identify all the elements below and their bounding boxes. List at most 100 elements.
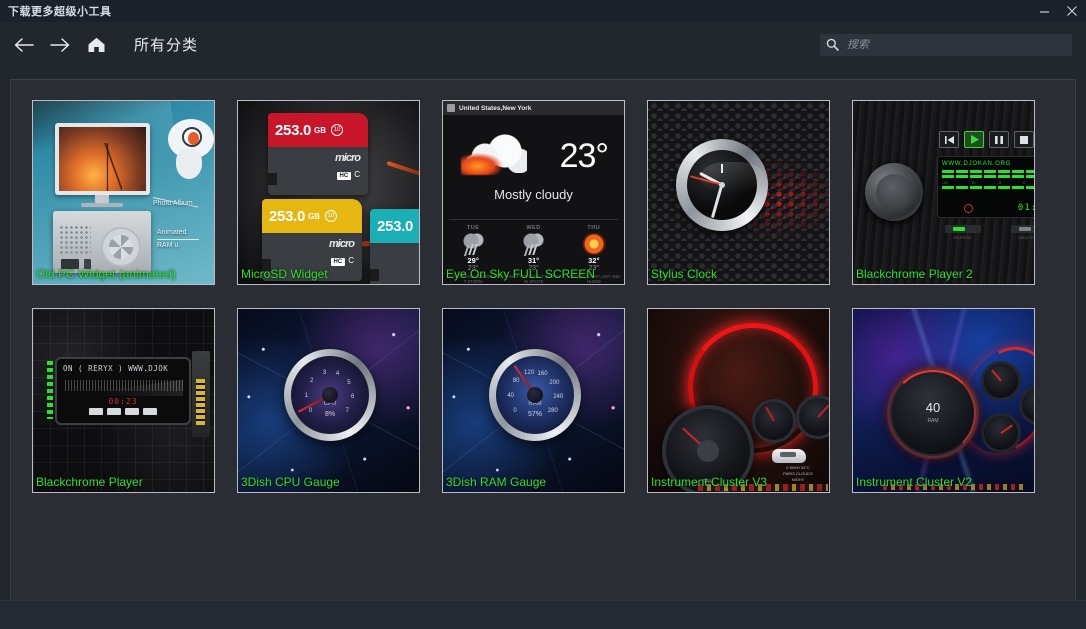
sd-unit-yellow: GB [308,212,320,221]
thumb-annotation-ram-2: RAM u [157,242,178,249]
sd-logo-micro-red: micro [335,153,360,164]
minimize-button[interactable] [1030,0,1058,22]
window-controls [1030,0,1086,22]
player-time: 00:23 [63,397,183,406]
sd-class-badge-red: 10 [331,124,343,136]
search-icon [826,38,839,51]
forward-icon[interactable] [42,27,78,63]
back-icon[interactable] [6,27,42,63]
storm-icon [521,233,545,255]
widget-card-3dish-cpu-gauge[interactable]: 0 1 2 3 4 5 6 7 CPU 8% [237,308,420,493]
close-button[interactable] [1058,0,1086,22]
widget-card-instrument-cluster-v3[interactable]: RAM 0 KM/H 34°C PARIS CLOUDS NIGHT Instr… [647,308,830,493]
sd-class-badge-yellow: 10 [325,210,337,222]
shuffle-label: SHUFFLE [1011,235,1034,240]
gauge-tick: 2 [310,378,313,384]
thumbnail-ram-gauge: 0 40 80 120 160 200 240 280 RAM 57% [443,309,624,492]
widget-card-label: Blackchrome Player 2 [853,265,1034,284]
gauge-percent: 57% [496,411,574,418]
widget-card-label: Instrument Cluster V3 [648,473,829,492]
stop-icon [1014,131,1034,148]
gauge-tick: 40 [507,393,514,399]
thumb-annotation-photo-album: Photo Album [153,200,193,207]
play-icon [964,131,984,148]
widget-card-instrument-cluster-v2[interactable]: 40 RAM Instrument Cluster V2 [852,308,1035,493]
repeat-label: REPEAT [945,235,981,240]
thumbnail-cluster-v2: 40 RAM [853,309,1034,492]
cpu-gauge-dial: 0 1 2 3 4 5 6 7 CPU 8% [284,349,376,441]
gauge-tick: 6 [351,394,354,400]
repeat-toggle: REPEAT [945,225,981,240]
widget-card-label: MicroSD Widget [238,265,419,284]
player-time: 01:22 [1018,203,1034,213]
ram-gauge-dial: 0 40 80 120 160 200 240 280 RAM 57% [489,349,581,441]
sun-icon [582,233,606,255]
cluster-dial-value: 40 [892,400,974,415]
gauge-tick: 240 [553,394,563,400]
widget-card-eye-on-sky[interactable]: United States,New York 23° Mostly cloudy… [442,100,625,285]
widget-card-label: Old PC Widget (animated) [33,265,214,284]
thumbnail-blackchrome-2: WWW.DJOKAN.ORG -20 -10 -5 0 +3 [853,101,1034,284]
gauge-tick: 200 [549,380,559,386]
thumbnail-blackchrome: ON ( RERYX ) WWW.DJOK 00:23 [33,309,214,492]
player-track-title: ON ( RERYX ) WWW.DJOK [63,364,183,373]
gauge-tick: 3 [323,370,326,376]
widget-card-label: 3Dish CPU Gauge [238,473,419,492]
widget-card-label: Stylus Clock [648,265,829,284]
widget-card-blackchrome-player[interactable]: ON ( RERYX ) WWW.DJOK 00:23 Blackchrome … [32,308,215,493]
thumb-annotation-ram-1: Animated [157,229,187,236]
gauge-tick: 1 [305,393,308,399]
widget-card-label: Blackchrome Player [33,473,214,492]
widget-card-stylus-clock[interactable]: Stylus Clock [647,100,830,285]
navigation-bar: 所有分类 [0,22,1086,67]
analog-clock-icon [676,139,768,231]
previous-icon [939,131,959,148]
widget-card-blackchrome-player-2[interactable]: WWW.DJOKAN.ORG -20 -10 -5 0 +3 [852,100,1035,285]
thumbnail-cluster-v3: RAM 0 KM/H 34°C PARIS CLOUDS NIGHT [648,309,829,492]
forecast-day-name: WED [503,225,563,231]
waveform-display [63,376,183,396]
storm-icon [461,233,485,255]
gauge-tick: 80 [513,378,520,384]
eq-scale-tick: -10 [970,180,976,185]
bottom-bar [0,600,1086,629]
gauge-percent: 8% [291,411,369,418]
sd-logo-c-red: C [354,170,360,179]
sd-logo-hc-red: HC [337,172,352,180]
eq-scale-tick: 0 [1023,180,1025,185]
widget-card-3dish-ram-gauge[interactable]: 0 40 80 120 160 200 240 280 RAM 57% [442,308,625,493]
sd-logo-micro-yellow: micro [329,239,354,250]
sd-capacity-teal: 253.0 [377,218,413,235]
eq-scale-tick: -20 [942,180,948,185]
home-icon[interactable] [78,27,114,63]
gauge-tick: 4 [336,371,339,377]
player-buttons [63,408,183,415]
pause-icon [989,131,1009,148]
cluster-temp: 34°C [801,465,810,470]
forecast-day-name: THU [564,225,624,231]
widget-grid: Photo Album Animated RAM u Old PC Widget… [11,80,1075,493]
widget-card-label: 3Dish RAM Gauge [443,473,624,492]
sd-logo-c-yellow: C [348,256,354,265]
player-url-text: WWW.DJOKAN.ORG [942,161,1034,167]
widget-gallery-panel: Photo Album Animated RAM u Old PC Widget… [10,79,1076,629]
sun-glow-icon [461,153,503,175]
cluster-speed: 0 KM/H [786,465,799,470]
cluster-dial-unit: RAM [892,418,974,424]
cluster-main-dial: 40 RAM [887,367,979,459]
sd-unit-red: GB [314,126,326,135]
search-input[interactable] [847,39,1066,51]
widget-card-microsd[interactable]: 253.0 GB 10 micro HCC 253.0 GB 10 [237,100,420,285]
gauge-tick: 160 [538,371,548,377]
search-box[interactable] [820,34,1072,56]
widget-card-label: Eye On Sky FULL SCREEN [443,265,624,284]
thumbnail-stylus-clock [648,101,829,284]
eq-scale-tick: -5 [998,180,1002,185]
forecast-high: 31° [503,256,563,265]
thumbnail-microsd: 253.0 GB 10 micro HCC 253.0 GB 10 [238,101,419,284]
thumbnail-cpu-gauge: 0 1 2 3 4 5 6 7 CPU 8% [238,309,419,492]
widget-card-label: Instrument Cluster V2 [853,473,1034,492]
car-icon [772,449,806,463]
widget-card-old-pc[interactable]: Photo Album Animated RAM u Old PC Widget… [32,100,215,285]
weather-condition: Mostly cloudy [443,187,624,202]
